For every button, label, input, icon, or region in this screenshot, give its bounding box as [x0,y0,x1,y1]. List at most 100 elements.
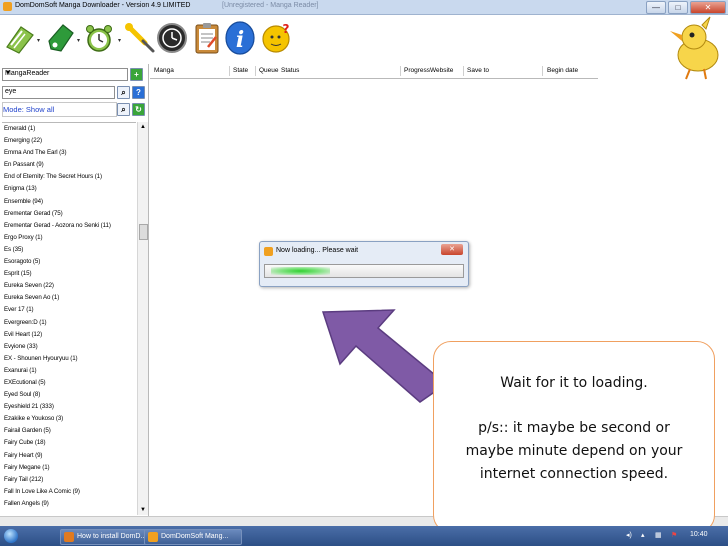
column-begin-date[interactable]: Begin date [547,67,578,74]
list-item[interactable]: Evyione (33) [2,341,136,353]
search-icon[interactable]: ⌕ [117,86,130,99]
dialog-title: Now loading... Please wait [276,247,359,254]
search-input[interactable]: eye [2,86,115,99]
column-website[interactable]: Website [430,67,453,74]
tag-icon[interactable] [43,21,77,55]
svg-text:?: ? [283,22,290,36]
title-bar: DomDomSoft Manga Downloader - Version 4.… [0,0,728,15]
tray-arrow-icon[interactable]: ▴ [641,531,645,539]
list-item[interactable]: Fairail Garden (5) [2,425,136,437]
list-item[interactable]: Fallen Angels (9) [2,498,136,510]
toolbar: ▾ ▾ ▾ i ? [0,15,728,80]
app-icon [264,247,273,256]
app-icon [148,532,158,542]
search-icon[interactable]: ⌕ [117,103,130,116]
info-icon[interactable]: i [223,21,257,55]
scroll-down-icon[interactable]: ▼ [140,507,146,513]
list-item[interactable]: Erementar Gerad - Aozora no Senki (11) [2,220,136,232]
list-item[interactable]: Eureka Seven (22) [2,280,136,292]
list-item[interactable]: Ever 17 (1) [2,304,136,316]
dropdown-arrow-icon[interactable]: ▾ [37,37,42,44]
start-button[interactable] [4,529,18,543]
window-subtitle: [Unregistered - Manga Reader] [222,2,319,9]
list-item[interactable]: Esoragoto (5) [2,256,136,268]
list-item[interactable]: Fairy Tail (212) [2,474,136,486]
list-item[interactable]: Evil Heart (12) [2,329,136,341]
column-manga[interactable]: Manga [154,67,174,74]
taskbar-item-label: How to install DomD... [77,533,147,540]
list-item[interactable]: Exanurai (1) [2,365,136,377]
mode-label: Mode: Show all [3,105,55,114]
list-item[interactable]: Ensemble (94) [2,196,136,208]
callout-line-1: Wait for it to loading. [500,375,648,391]
scrollbar-thumb[interactable] [139,224,148,240]
queue-column-header: Manga State Queue Status Progress Websit… [150,64,598,79]
list-item[interactable]: En Passant (9) [2,159,136,171]
column-progress[interactable]: Progress [404,67,430,74]
list-item[interactable]: Evergreen:D (1) [2,317,136,329]
book-add-icon[interactable] [3,21,37,55]
column-state[interactable]: State [233,67,248,74]
annotation-arrow [321,309,448,403]
list-item[interactable]: Eyed Soul (8) [2,389,136,401]
column-status[interactable]: Status [281,67,299,74]
callout-line-2: p/s:: it maybe be second or maybe minute… [465,420,683,482]
volume-icon[interactable]: ◂) [626,531,632,539]
chevron-down-icon: ▼ [5,70,11,76]
instruction-callout: Wait for it to loading. p/s:: it maybe b… [433,341,715,533]
firefox-icon [64,532,74,542]
search-input-value: eye [5,88,17,95]
wrench-icon[interactable] [123,21,157,55]
list-item[interactable]: Ezakike e Youkoso (3) [2,413,136,425]
maximize-button[interactable]: □ [668,1,688,14]
loading-progress-bar [264,264,464,278]
history-clock-icon[interactable] [155,21,189,55]
alarm-clock-icon[interactable] [82,21,116,55]
dialog-close-button[interactable]: ✕ [441,244,463,255]
list-item[interactable]: Fairy Heart (9) [2,450,136,462]
svg-text:i: i [236,27,244,53]
refresh-icon[interactable]: ↻ [132,103,145,116]
manga-source-panel: MangaReader ▼ + eye ⌕ ? Mode: Show all ⌕… [0,64,149,516]
scroll-up-icon[interactable]: ▲ [140,124,146,130]
list-item[interactable]: EX - Shounen Hyouryuu (1) [2,353,136,365]
taskbar-item-label: DomDomSoft Mang... [161,533,229,540]
taskbar-clock: 10:40 [690,531,708,538]
progress-fill [271,267,331,275]
taskbar: How to install DomD... DomDomSoft Mang..… [0,526,728,546]
minimize-button[interactable]: — [646,1,666,14]
help-question-icon[interactable]: ? [132,86,145,99]
flag-icon[interactable]: ⚑ [671,531,677,539]
list-item[interactable]: Eyeshield 21 (333) [2,401,136,413]
source-select[interactable]: MangaReader ▼ [2,68,128,81]
loading-dialog: Now loading... Please wait ✕ [259,241,469,287]
list-item[interactable]: Fairy Megane (1) [2,462,136,474]
taskbar-item[interactable]: How to install DomD... [60,529,156,545]
manga-list[interactable]: Emerald (1) Emerging (22) Emma And The Ear… [2,122,136,516]
list-scrollbar[interactable]: ▲ ▼ [137,122,148,515]
list-item[interactable]: Eureka Seven Ao (1) [2,292,136,304]
taskbar-item[interactable]: DomDomSoft Mang... [144,529,242,545]
list-item[interactable]: Emerging (22) [2,135,136,147]
column-queue[interactable]: Queue [259,67,279,74]
network-icon[interactable]: ▦ [655,531,662,539]
list-item[interactable]: Fairy Cube (18) [2,437,136,449]
list-item[interactable]: Enigma (13) [2,183,136,195]
list-item[interactable]: Ergo Proxy (1) [2,232,136,244]
list-item[interactable]: Fall In Love Like A Comic (9) [2,486,136,498]
list-item[interactable]: Esprit (15) [2,268,136,280]
chocobo-mascot-icon [660,15,728,81]
list-item[interactable]: End of Eternity: The Secret Hours (1) [2,171,136,183]
app-icon [3,2,12,11]
help-icon[interactable]: ? [259,21,293,55]
add-icon[interactable]: + [130,68,143,81]
window-title: DomDomSoft Manga Downloader - Version 4.… [15,2,191,9]
list-item[interactable]: Erementar Gerad (75) [2,208,136,220]
list-item[interactable]: Emma And The Earl (3) [2,147,136,159]
clipboard-icon[interactable] [190,21,224,55]
column-save-to[interactable]: Save to [467,67,489,74]
list-item[interactable]: Emerald (1) [2,123,136,135]
close-button[interactable]: ✕ [690,1,726,14]
list-item[interactable]: Es (35) [2,244,136,256]
list-item[interactable]: EXEcutional (5) [2,377,136,389]
